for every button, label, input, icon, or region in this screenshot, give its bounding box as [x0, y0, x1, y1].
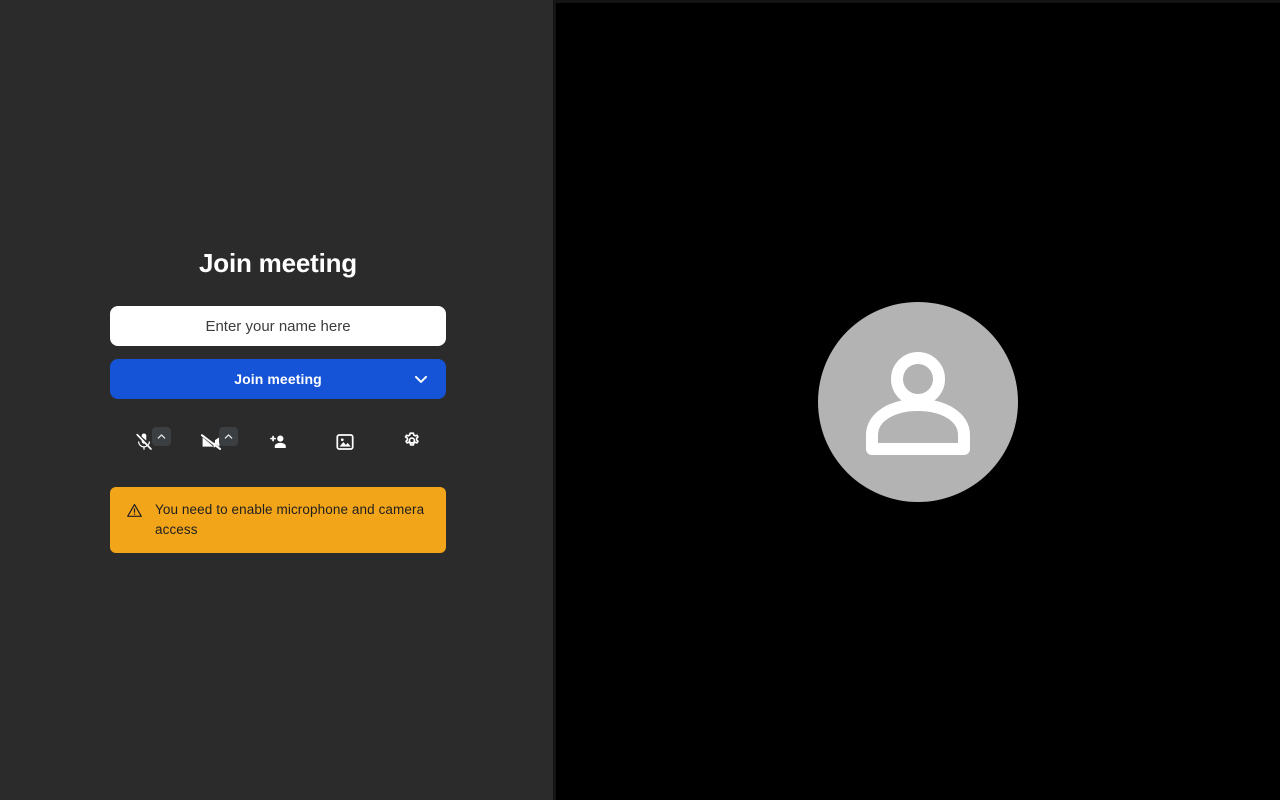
toolbar-slot-background — [312, 419, 379, 465]
avatar — [818, 301, 1018, 502]
invite-person-icon — [270, 435, 286, 448]
join-meeting-button-label: Join meeting — [234, 371, 322, 387]
join-meeting-button[interactable]: Join meeting — [110, 359, 446, 399]
prejoin-screen: Join meeting Join meeting — [0, 0, 1280, 800]
page-title: Join meeting — [199, 248, 357, 278]
prejoin-content: Join meeting Join meeting — [110, 246, 446, 553]
microphone-device-expander[interactable] — [152, 427, 171, 446]
toolbar-slot-microphone — [110, 419, 177, 465]
warning-triangle-icon — [126, 502, 143, 519]
toolbar-slot-camera — [177, 419, 244, 465]
virtual-background-icon — [336, 434, 354, 450]
display-name-input[interactable] — [110, 306, 446, 346]
settings-gear-icon — [405, 432, 420, 446]
chevron-down-icon — [415, 375, 427, 383]
video-preview-panel — [553, 0, 1280, 800]
prejoin-toolbar — [110, 419, 446, 465]
permissions-warning-text: You need to enable microphone and camera… — [155, 502, 425, 537]
settings-button[interactable] — [395, 425, 429, 459]
prejoin-panel: Join meeting Join meeting — [0, 0, 553, 800]
toolbar-slot-settings — [379, 419, 446, 465]
invite-people-button[interactable] — [261, 425, 295, 459]
permissions-warning-banner: You need to enable microphone and camera… — [110, 487, 446, 553]
chevron-up-icon — [157, 434, 166, 439]
camera-device-expander[interactable] — [219, 427, 239, 446]
join-options-toggle[interactable] — [404, 359, 438, 399]
person-avatar-icon — [866, 351, 970, 455]
virtual-background-button[interactable] — [328, 425, 362, 459]
toolbar-slot-invite — [244, 419, 311, 465]
chevron-up-icon — [224, 434, 233, 439]
